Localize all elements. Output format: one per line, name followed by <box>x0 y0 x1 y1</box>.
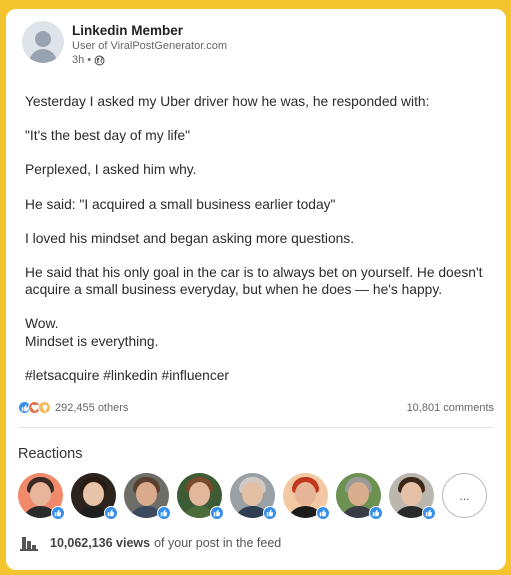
post-timestamp: 3h <box>72 54 85 66</box>
views-suffix: of your post in the feed <box>154 536 282 550</box>
post-header: Linkedin Member User of ViralPostGenerat… <box>22 21 227 66</box>
post-paragraph: Mindset is everything. <box>25 333 159 349</box>
post-body: Yesterday I asked my Uber driver how he … <box>25 93 487 384</box>
reactions-summary[interactable]: 292,455 others <box>18 401 128 414</box>
more-reactions-button[interactable]: ... <box>442 473 487 518</box>
reactor-avatar[interactable] <box>230 473 277 520</box>
comments-count[interactable]: 10,801 comments <box>407 402 494 414</box>
reactions-heading: Reactions <box>18 446 83 462</box>
like-badge-icon <box>263 506 277 520</box>
like-badge-icon <box>369 506 383 520</box>
post-paragraph: I loved his mindset and began asking mor… <box>25 230 355 246</box>
reactions-count: 292,455 others <box>55 401 129 414</box>
avatar[interactable] <box>22 21 64 63</box>
like-badge-icon <box>316 506 330 520</box>
views-count: 10,062,136 views <box>50 536 151 550</box>
like-badge-icon <box>51 506 65 520</box>
like-badge-icon <box>422 506 436 520</box>
reactor-avatar[interactable] <box>389 473 436 520</box>
reactor-avatar[interactable] <box>336 473 383 520</box>
post-paragraph: Wow. <box>25 316 59 332</box>
author-name[interactable]: Linkedin Member <box>72 23 227 38</box>
globe-icon <box>94 54 105 66</box>
post-hashtags[interactable]: #letsacquire #linkedin #influencer <box>25 367 487 384</box>
like-badge-icon <box>210 506 224 520</box>
post-paragraph: Perplexed, I asked him why. <box>25 162 197 178</box>
social-counts: 292,455 others 10,801 comments <box>18 401 494 414</box>
views-summary[interactable]: 10,062,136 views of your post in the fee… <box>20 535 281 551</box>
post-paragraph: He said that his only goal in the car is… <box>25 265 483 298</box>
post-paragraph: Yesterday I asked my Uber driver how he … <box>25 94 430 109</box>
separator: • <box>87 54 92 66</box>
reactor-avatar[interactable] <box>283 473 330 520</box>
post-time: 3h • <box>72 54 227 66</box>
reactor-avatar[interactable] <box>71 473 118 520</box>
reactor-avatar[interactable] <box>177 473 224 520</box>
like-badge-icon <box>104 506 118 520</box>
reactor-avatar[interactable] <box>18 473 65 520</box>
reactor-avatar[interactable] <box>124 473 171 520</box>
avatar-placeholder-body <box>29 49 57 63</box>
reactor-list: ... <box>18 473 487 520</box>
post-card: Linkedin Member User of ViralPostGenerat… <box>6 9 506 570</box>
author-meta: Linkedin Member User of ViralPostGenerat… <box>72 21 227 66</box>
avatar-placeholder-head <box>35 31 51 47</box>
author-subtitle: User of ViralPostGenerator.com <box>72 40 228 52</box>
bar-chart-icon <box>20 537 38 551</box>
divider <box>18 427 494 428</box>
post-paragraph: He said: "I acquired a small business ea… <box>25 196 336 212</box>
insightful-icon <box>38 401 51 414</box>
post-paragraph: "It's the best day of my life" <box>25 128 191 144</box>
like-badge-icon <box>157 506 171 520</box>
